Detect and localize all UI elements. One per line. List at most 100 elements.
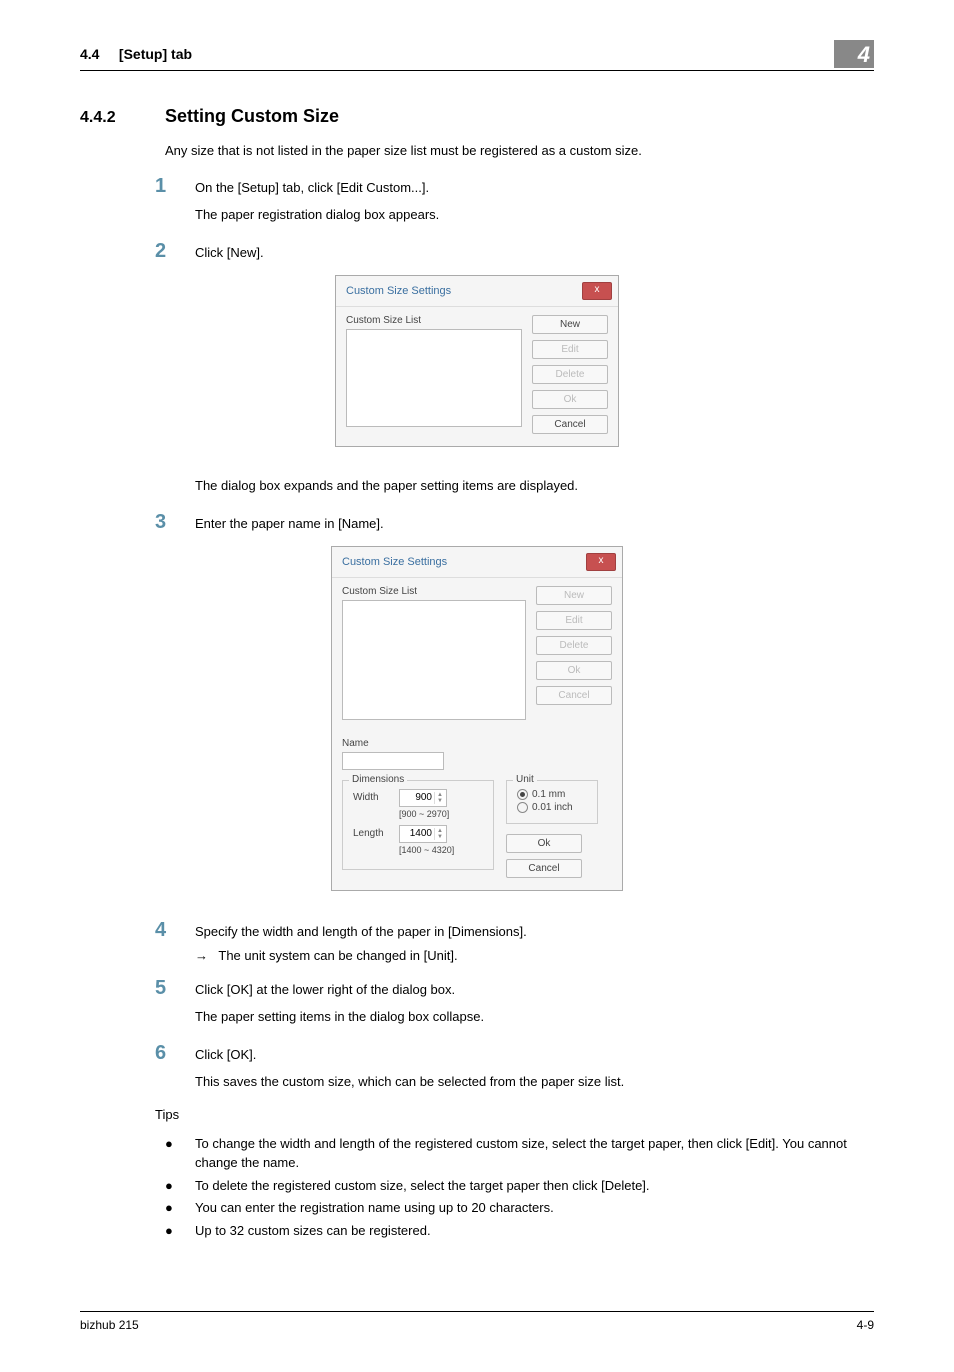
dimensions-fieldset: Dimensions Width ▲▼ [900 ~ 2970] Length (342, 780, 494, 870)
footer-left: bizhub 215 (80, 1318, 139, 1332)
ok-button[interactable]: Ok (536, 661, 612, 680)
step-number: 6 (155, 1042, 195, 1065)
name-row: Name (342, 738, 612, 770)
custom-size-dialog-collapsed: Custom Size Settings x Custom Size List … (335, 275, 619, 447)
bullet-icon: ● (165, 1222, 195, 1241)
new-button[interactable]: New (532, 315, 608, 334)
close-icon[interactable]: x (582, 282, 612, 300)
dialog-body: Custom Size List New Edit Delete Ok Canc… (336, 307, 618, 446)
step-text: Click [OK]. (195, 1045, 874, 1065)
step-text: On the [Setup] tab, click [Edit Custom..… (195, 178, 874, 198)
page: 4.4 [Setup] tab 4 4.4.2 Setting Custom S… (0, 0, 954, 1372)
length-spinner[interactable]: ▲▼ (399, 825, 447, 843)
dialog-title: Custom Size Settings (346, 285, 451, 297)
list-item: ●To delete the registered custom size, s… (165, 1177, 874, 1196)
width-label: Width (353, 792, 391, 803)
spinner-arrows-icon[interactable]: ▲▼ (434, 792, 445, 804)
step-text: Enter the paper name in [Name]. (195, 514, 874, 534)
step-text: Click [OK] at the lower right of the dia… (195, 980, 874, 1000)
bullet-icon: ● (165, 1199, 195, 1218)
new-button[interactable]: New (536, 586, 612, 605)
step-6: 6 Click [OK]. (80, 1042, 874, 1065)
step-text: Click [New]. (195, 243, 874, 263)
width-range: [900 ~ 2970] (399, 809, 483, 819)
width-spinner[interactable]: ▲▼ (399, 789, 447, 807)
header-num: 4.4 (80, 46, 99, 62)
length-label: Length (353, 828, 391, 839)
step-1-follow: The paper registration dialog box appear… (195, 204, 874, 226)
unit-option-mm[interactable]: 0.1 mm (517, 789, 587, 800)
lower-ok-button[interactable]: Ok (506, 834, 582, 853)
radio-icon[interactable] (517, 789, 528, 800)
step-5-follow: The paper setting items in the dialog bo… (195, 1006, 874, 1028)
tip-text: Up to 32 custom sizes can be registered. (195, 1222, 431, 1241)
delete-button[interactable]: Delete (536, 636, 612, 655)
footer-right: 4-9 (857, 1318, 874, 1332)
post-step-2-text: The dialog box expands and the paper set… (195, 475, 874, 497)
edit-button[interactable]: Edit (532, 340, 608, 359)
dialog-titlebar: Custom Size Settings x (332, 547, 622, 578)
section-number: 4.4.2 (80, 109, 165, 127)
dimensions-unit-row: Dimensions Width ▲▼ [900 ~ 2970] Length (342, 780, 612, 878)
edit-button[interactable]: Edit (536, 611, 612, 630)
dialog-body: Custom Size List New Edit Delete Ok Canc… (332, 578, 622, 732)
custom-size-list-area: Custom Size List (342, 586, 526, 720)
chapter-number-box: 4 (834, 40, 874, 68)
length-row: Length ▲▼ (353, 825, 483, 843)
spinner-arrows-icon[interactable]: ▲▼ (434, 828, 445, 840)
custom-size-list-area: Custom Size List (346, 315, 522, 434)
header-label: [Setup] tab (119, 46, 192, 62)
lower-cancel-button[interactable]: Cancel (506, 859, 582, 878)
step-4-arrow-text: The unit system can be changed in [Unit]… (218, 948, 457, 963)
cancel-button[interactable]: Cancel (536, 686, 612, 705)
bullet-icon: ● (165, 1135, 195, 1173)
length-input[interactable] (400, 827, 434, 840)
width-row: Width ▲▼ (353, 789, 483, 807)
list-label: Custom Size List (342, 586, 526, 597)
tip-text: You can enter the registration name usin… (195, 1199, 554, 1218)
list-item: ●You can enter the registration name usi… (165, 1199, 874, 1218)
unit-option-inch[interactable]: 0.01 inch (517, 802, 587, 813)
close-icon[interactable]: x (586, 553, 616, 571)
list-item: ●To change the width and length of the r… (165, 1135, 874, 1173)
step-4-sub: → The unit system can be changed in [Uni… (195, 948, 874, 963)
custom-size-dialog-expanded: Custom Size Settings x Custom Size List … (331, 546, 623, 891)
step-number: 4 (155, 919, 195, 942)
dialog-button-column: New Edit Delete Ok Cancel (536, 586, 612, 720)
step-1: 1 On the [Setup] tab, click [Edit Custom… (80, 175, 874, 198)
arrow-icon: → (195, 948, 215, 963)
step-2: 2 Click [New]. (80, 240, 874, 263)
tips-list: ●To change the width and length of the r… (165, 1135, 874, 1241)
radio-icon[interactable] (517, 802, 528, 813)
dialog-button-column: New Edit Delete Ok Cancel (532, 315, 608, 434)
tip-text: To change the width and length of the re… (195, 1135, 874, 1173)
section-heading: 4.4.2 Setting Custom Size (80, 106, 874, 127)
step-4: 4 Specify the width and length of the pa… (80, 919, 874, 942)
step-number: 3 (155, 511, 195, 534)
step-number: 5 (155, 977, 195, 1000)
dimensions-legend: Dimensions (349, 774, 407, 785)
name-label: Name (342, 738, 612, 749)
dialog-titlebar: Custom Size Settings x (336, 276, 618, 307)
custom-size-listbox[interactable] (342, 600, 526, 720)
ok-button[interactable]: Ok (532, 390, 608, 409)
dialog-title: Custom Size Settings (342, 556, 447, 568)
bullet-icon: ● (165, 1177, 195, 1196)
name-input[interactable] (342, 752, 444, 770)
intro-paragraph: Any size that is not listed in the paper… (165, 141, 874, 161)
width-input[interactable] (400, 791, 434, 804)
right-column: Unit 0.1 mm 0.01 inch Ok Cancel (506, 780, 598, 878)
page-header: 4.4 [Setup] tab 4 (80, 40, 874, 71)
step-5: 5 Click [OK] at the lower right of the d… (80, 977, 874, 1000)
step-3: 3 Enter the paper name in [Name]. (80, 511, 874, 534)
cancel-button[interactable]: Cancel (532, 415, 608, 434)
lower-buttons: Ok Cancel (506, 834, 582, 878)
list-item: ●Up to 32 custom sizes can be registered… (165, 1222, 874, 1241)
delete-button[interactable]: Delete (532, 365, 608, 384)
dialog-lower-panel: Name Dimensions Width ▲▼ [900 ~ 2970] (332, 732, 622, 890)
length-range: [1400 ~ 4320] (399, 845, 483, 855)
custom-size-listbox[interactable] (346, 329, 522, 427)
unit-fieldset: Unit 0.1 mm 0.01 inch (506, 780, 598, 824)
step-number: 1 (155, 175, 195, 198)
tip-text: To delete the registered custom size, se… (195, 1177, 650, 1196)
